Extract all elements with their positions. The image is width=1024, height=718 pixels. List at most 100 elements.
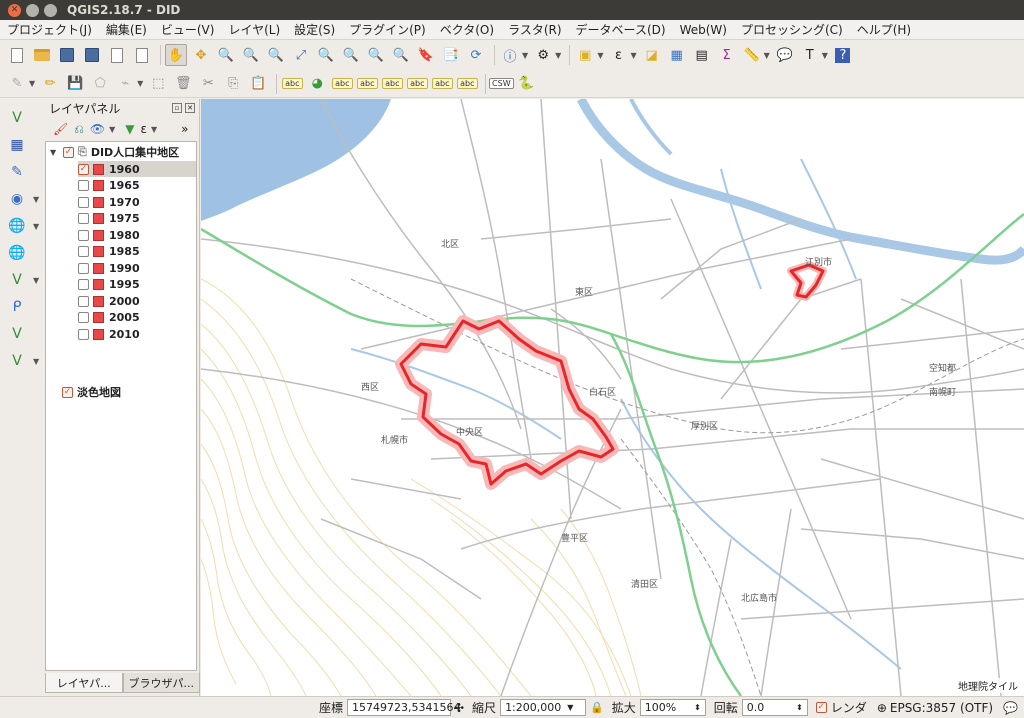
action-button[interactable]: ⚙	[532, 44, 554, 66]
add-group-icon[interactable]: ⎌	[74, 122, 84, 137]
open-project-button[interactable]	[31, 44, 53, 66]
zoom-to-selection-button[interactable]: 🔍	[315, 44, 337, 66]
layer-checkbox[interactable]	[78, 229, 89, 241]
basemap-checkbox[interactable]: ✓	[62, 386, 73, 398]
save-project-button[interactable]	[56, 44, 78, 66]
add-spatialite-button[interactable]: ◉	[6, 188, 28, 210]
layer-checkbox[interactable]	[78, 213, 89, 224]
visibility-icon[interactable]: 👁	[90, 122, 105, 136]
layer-year-1970[interactable]: 1970	[78, 194, 140, 210]
layer-style-icon[interactable]: 🖌	[53, 122, 68, 136]
zoom-last-button[interactable]: 🔍	[365, 44, 387, 66]
layer-checkbox[interactable]	[78, 196, 89, 208]
add-vector-layer-button[interactable]: V	[6, 107, 28, 129]
new-bookmark-button[interactable]: 🔖	[415, 44, 437, 66]
maximize-window-button[interactable]	[44, 3, 57, 17]
scale-select[interactable]: 1:200,000 ▼	[500, 699, 587, 716]
menu-web[interactable]: Web(W)	[673, 23, 734, 37]
select-dropdown[interactable]: ▼	[597, 51, 603, 60]
spatialite-dropdown[interactable]: ▼	[33, 195, 39, 204]
layer-group-did[interactable]: ▼ ✓ ⎘ DID人口集中地区	[50, 144, 179, 160]
menu-plugins[interactable]: プラグイン(P)	[342, 21, 433, 38]
save-edits-button[interactable]: 💾	[64, 73, 86, 95]
render-checkbox[interactable]: ✓	[815, 702, 827, 713]
copy-features-button[interactable]: ⎘	[222, 73, 244, 95]
new-print-composer-button[interactable]	[106, 44, 128, 66]
layer-basemap[interactable]: ✓ 淡色地図	[62, 384, 121, 400]
minimize-window-button[interactable]	[26, 3, 39, 17]
layer-diagram-button[interactable]: ◕	[306, 73, 328, 95]
measure-dropdown[interactable]: ▼	[764, 51, 770, 60]
layer-year-1990[interactable]: 1990	[78, 260, 140, 276]
statistics-button[interactable]: Σ	[716, 44, 738, 66]
layer-checkbox[interactable]	[78, 279, 89, 290]
zoom-in-button[interactable]: 🔍	[215, 44, 237, 66]
more-icon[interactable]: »	[181, 122, 188, 136]
identify-button[interactable]: ⓘ	[499, 44, 521, 66]
messages-icon[interactable]: 💬	[1003, 701, 1018, 715]
add-wfs-button[interactable]: 🌐	[6, 242, 28, 264]
layer-checkbox[interactable]: ✓	[78, 163, 89, 175]
menu-project[interactable]: プロジェクト(J)	[0, 21, 99, 38]
layer-checkbox[interactable]	[78, 246, 89, 257]
layer-year-1995[interactable]: 1995	[78, 277, 140, 293]
add-memory-layer-button[interactable]: V	[6, 323, 28, 345]
csw-button[interactable]: CSW	[489, 73, 514, 95]
visibility-dropdown[interactable]: ▼	[109, 125, 115, 134]
add-wms-button[interactable]: 🌐	[6, 215, 28, 237]
node-tool-button[interactable]: ⌁	[114, 73, 136, 95]
filter-dropdown[interactable]: ▼	[151, 125, 157, 134]
collapse-icon[interactable]: ▼	[50, 148, 58, 157]
save-as-button[interactable]	[81, 44, 103, 66]
layer-year-1980[interactable]: 1980	[78, 227, 140, 243]
menu-processing[interactable]: プロセッシング(C)	[734, 21, 850, 38]
refresh-button[interactable]: ⟳	[465, 44, 487, 66]
zoom-next-button[interactable]: 🔍	[390, 44, 412, 66]
map-tips-button[interactable]: 💬	[774, 44, 796, 66]
node-dropdown[interactable]: ▼	[137, 79, 143, 88]
pan-map-button[interactable]: ✋	[165, 44, 187, 66]
float-panel-button[interactable]: ▫	[172, 103, 182, 113]
add-wcs-button[interactable]: V	[6, 269, 28, 291]
cut-features-button[interactable]: ✂	[197, 73, 219, 95]
move-feature-button[interactable]: ⬚	[147, 73, 169, 95]
layer-year-2005[interactable]: 2005	[78, 310, 140, 326]
select-features-button[interactable]: ▣	[574, 44, 596, 66]
python-console-button[interactable]: 🐍	[515, 73, 537, 95]
layer-checkbox[interactable]	[78, 312, 89, 323]
tab-browser-panel[interactable]: ブラウザパ...	[122, 673, 200, 693]
menu-edit[interactable]: 編集(E)	[99, 21, 154, 38]
filter-icon[interactable]: ▼	[125, 122, 134, 136]
new-layer-dropdown[interactable]: ▼	[33, 357, 39, 366]
highlight-pinned-labels-button[interactable]: abc	[331, 73, 353, 95]
close-panel-button[interactable]: ✕	[185, 103, 195, 113]
zoom-native-button[interactable]: 🔍	[265, 44, 287, 66]
wms-dropdown[interactable]: ▼	[33, 222, 39, 231]
menu-layer[interactable]: レイヤ(L)	[221, 21, 287, 38]
paste-features-button[interactable]: 📋	[247, 73, 269, 95]
show-hide-labels-button[interactable]: abc	[381, 73, 403, 95]
zoom-to-layer-button[interactable]: 🔍	[340, 44, 362, 66]
tab-layer-panel[interactable]: レイヤパ...	[45, 673, 123, 693]
layer-checkbox[interactable]	[78, 180, 89, 191]
move-label-button[interactable]: abc	[406, 73, 428, 95]
menu-raster[interactable]: ラスタ(R)	[501, 21, 568, 38]
zoom-out-button[interactable]: 🔍	[240, 44, 262, 66]
lock-icon[interactable]: 🔒	[590, 701, 604, 714]
layer-year-1975[interactable]: 1975	[78, 211, 140, 227]
wcs-dropdown[interactable]: ▼	[33, 276, 39, 285]
new-project-button[interactable]	[6, 44, 28, 66]
annotation-dropdown[interactable]: ▼	[822, 51, 828, 60]
pin-labels-button[interactable]: abc	[356, 73, 378, 95]
deselect-button[interactable]: ◪	[641, 44, 663, 66]
menu-help[interactable]: ヘルプ(H)	[850, 21, 918, 38]
add-delimited-text-button[interactable]: ✎	[6, 161, 28, 183]
add-virtual-layer-button[interactable]: ᑭ	[6, 296, 28, 318]
field-calculator-button[interactable]: ▤	[691, 44, 713, 66]
new-shapefile-button[interactable]: V	[6, 350, 28, 372]
filter-expression-icon[interactable]: ε	[140, 122, 147, 136]
current-edits-button[interactable]: ✎	[6, 73, 28, 95]
close-window-button[interactable]: ✕	[8, 3, 21, 17]
pan-to-selection-button[interactable]: ✥	[190, 44, 212, 66]
layer-labeling-button[interactable]: abc	[281, 73, 303, 95]
